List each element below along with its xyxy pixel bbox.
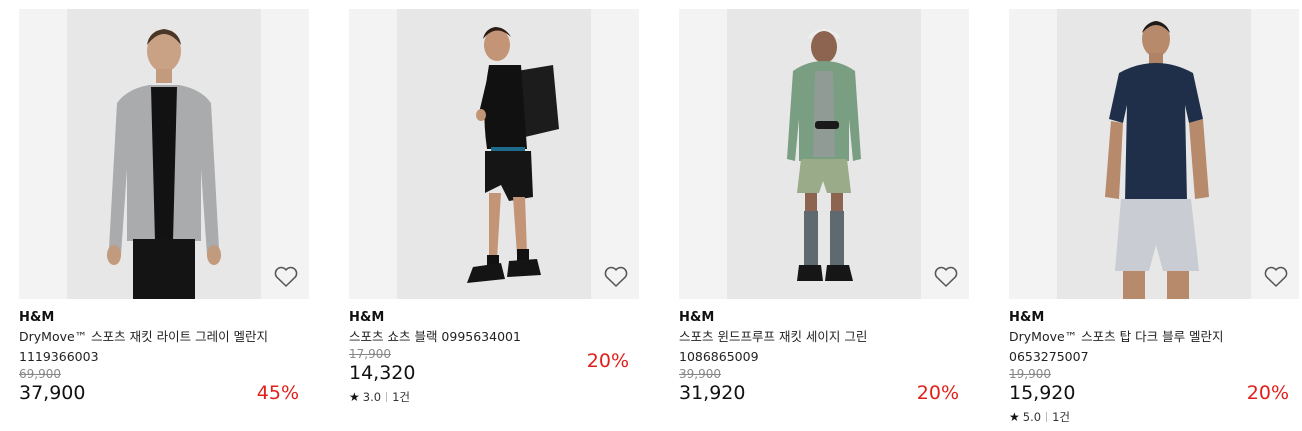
- heart-outline-icon[interactable]: [603, 265, 629, 289]
- product-card[interactable]: H&M DryMove™ 스포츠 탑 다크 블루 멜란지 0653275007 …: [1009, 9, 1299, 424]
- product-image[interactable]: [1009, 9, 1299, 299]
- original-price: 69,900: [19, 367, 61, 381]
- product-name[interactable]: 스포츠 쇼츠 블랙 0995634001: [349, 328, 639, 346]
- brand-name[interactable]: H&M: [19, 310, 309, 326]
- price-row: 15,920 20%: [1009, 381, 1299, 405]
- review-count[interactable]: 1건: [392, 390, 410, 404]
- product-code: 0653275007: [1009, 349, 1089, 364]
- divider: [1046, 412, 1048, 422]
- price-row: 14,320 20%: [349, 350, 639, 385]
- star-icon: ★: [349, 390, 360, 404]
- sale-price: 37,900: [19, 382, 86, 404]
- rating-score: 3.0: [362, 390, 382, 404]
- product-image[interactable]: [19, 9, 309, 299]
- rating: ★ 5.0 1건: [1009, 410, 1299, 424]
- review-count[interactable]: 1건: [1052, 410, 1070, 424]
- product-image[interactable]: [679, 9, 969, 299]
- product-name[interactable]: DryMove™ 스포츠 재킷 라이트 그레이 멜란지: [19, 328, 309, 346]
- green-windbreaker-product-photo: [787, 29, 861, 281]
- navy-tshirt-product-photo: [1105, 21, 1209, 299]
- price-row: 37,900 45%: [19, 381, 309, 405]
- star-icon: ★: [1009, 410, 1020, 424]
- heart-outline-icon[interactable]: [933, 265, 959, 289]
- gray-jacket-product-photo: [107, 29, 221, 299]
- original-price: 19,900: [1009, 367, 1051, 381]
- product-card[interactable]: H&M 스포츠 쇼츠 블랙 0995634001 17,900 14,320 2…: [349, 9, 639, 404]
- sale-price: 15,920: [1009, 382, 1076, 404]
- black-shorts-product-photo: [467, 27, 559, 283]
- product-card[interactable]: H&M 스포츠 윈드프루프 재킷 세이지 그린 1086865009 39,90…: [679, 9, 969, 405]
- original-price: 39,900: [679, 367, 721, 381]
- heart-outline-icon[interactable]: [1263, 265, 1289, 289]
- brand-name[interactable]: H&M: [679, 310, 969, 326]
- divider: [386, 392, 388, 402]
- product-name[interactable]: 스포츠 윈드프루프 재킷 세이지 그린: [679, 328, 969, 346]
- sale-price: 31,920: [679, 382, 746, 404]
- discount-rate: 20%: [916, 382, 959, 404]
- price-row: 31,920 20%: [679, 381, 969, 405]
- rating: ★ 3.0 1건: [349, 390, 639, 404]
- product-card[interactable]: H&M DryMove™ 스포츠 재킷 라이트 그레이 멜란지 11193660…: [19, 9, 309, 405]
- product-grid: H&M DryMove™ 스포츠 재킷 라이트 그레이 멜란지 11193660…: [0, 0, 1302, 431]
- sale-price: 14,320: [349, 362, 416, 384]
- product-code: 1086865009: [679, 349, 759, 364]
- heart-outline-icon[interactable]: [273, 265, 299, 289]
- brand-name[interactable]: H&M: [1009, 310, 1299, 326]
- discount-rate: 45%: [256, 382, 299, 404]
- discount-rate: 20%: [586, 350, 629, 372]
- brand-name[interactable]: H&M: [349, 310, 639, 326]
- rating-score: 5.0: [1022, 410, 1042, 424]
- product-code: 1119366003: [19, 349, 99, 364]
- discount-rate: 20%: [1246, 382, 1289, 404]
- product-image[interactable]: [349, 9, 639, 299]
- product-name[interactable]: DryMove™ 스포츠 탑 다크 블루 멜란지: [1009, 328, 1299, 346]
